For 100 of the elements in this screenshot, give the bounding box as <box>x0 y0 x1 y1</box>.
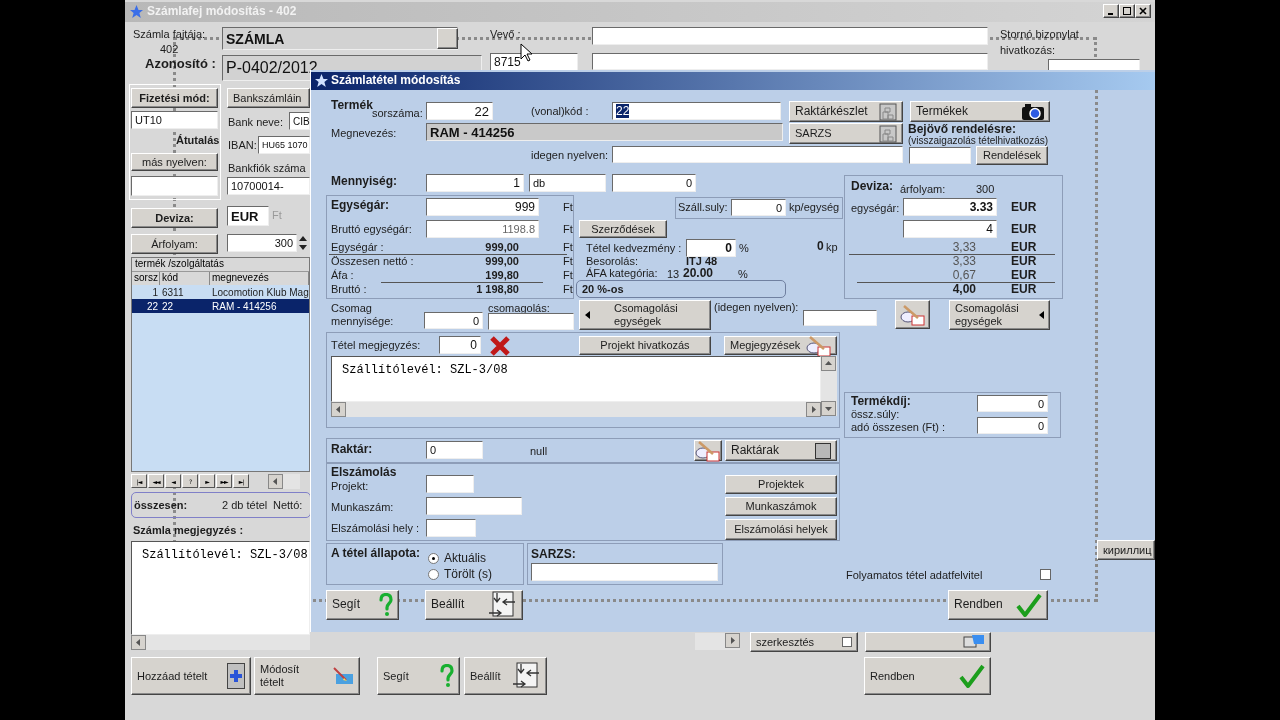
ok-button[interactable]: Rendben <box>864 657 991 695</box>
table-row[interactable]: 22 22 RAM - 414256 <box>132 299 309 313</box>
field-label: Egységár : <box>331 241 384 254</box>
cost-centers-button[interactable]: Elszámolási helyek <box>725 519 837 540</box>
vat-category: 20 %-os <box>576 280 786 298</box>
dialog-button[interactable]: Beállít <box>425 590 523 620</box>
weight-field[interactable]: 0 <box>731 199 786 216</box>
unit-field[interactable]: db <box>529 174 606 192</box>
field-label: Folyamatos tétel adatfelvitel <box>846 569 983 582</box>
package-units-button[interactable]: Csomagolási egységek <box>949 300 1050 330</box>
note-field[interactable]: Szállítólevél: SZL-3/08 <box>131 541 310 635</box>
input-field[interactable] <box>592 53 988 70</box>
currency-price-field[interactable]: 4 <box>903 220 997 238</box>
icon-button[interactable] <box>865 632 991 652</box>
quantity-field[interactable]: 0 <box>612 174 696 192</box>
bank-accounts-button[interactable]: Bankszámláin <box>227 88 310 108</box>
pencil-icon <box>332 667 354 685</box>
edit-mode-button[interactable]: szerkesztés <box>750 632 858 652</box>
maximize-button[interactable] <box>1119 4 1135 18</box>
name-field[interactable]: RAM - 414256 <box>426 123 783 141</box>
notes-button[interactable]: Megjegyzések <box>724 336 837 355</box>
warehouses-button[interactable]: Raktárak <box>725 440 837 461</box>
discount-field[interactable]: 0 <box>686 239 736 257</box>
section-label: Termékdíj: <box>851 395 911 409</box>
barcode-field[interactable]: 22 <box>612 102 781 120</box>
checkbox[interactable] <box>842 637 852 647</box>
input-field[interactable] <box>426 497 522 515</box>
input-field[interactable] <box>488 313 574 330</box>
batch-button[interactable]: SARZS <box>789 123 903 144</box>
field-label: Projekt: <box>331 480 369 493</box>
unit-price-field[interactable]: 999 <box>426 198 539 216</box>
gross-price-field[interactable]: 1198.8 <box>426 220 539 238</box>
radio-button[interactable] <box>428 569 439 580</box>
package-units-button[interactable]: Csomagolási egységek <box>579 300 711 330</box>
checkbox[interactable] <box>1040 569 1051 580</box>
scrollbar[interactable] <box>821 356 837 416</box>
input-field[interactable] <box>803 310 877 326</box>
input-field[interactable] <box>131 176 218 196</box>
dialog-button[interactable]: Segít <box>326 590 399 620</box>
table-row[interactable]: 1 6311 Locomotion Klub Mag <box>132 285 309 299</box>
field-label: csomagolás: <box>488 302 550 315</box>
job-numbers-button[interactable]: Munkaszámok <box>725 497 837 516</box>
minimize-button[interactable] <box>1103 4 1119 18</box>
iban-field[interactable]: HU65 1070 <box>258 136 310 154</box>
browse-button[interactable] <box>437 28 458 49</box>
column-header[interactable]: megnevezés <box>210 272 309 285</box>
input-field[interactable] <box>592 27 988 45</box>
currency-unit: EUR <box>1011 269 1037 283</box>
input-field[interactable] <box>531 563 718 581</box>
cross-icon[interactable] <box>489 336 511 356</box>
scrollbar[interactable] <box>695 633 740 650</box>
toolbar-button[interactable]: Módosít tételt <box>254 657 360 695</box>
currency-button[interactable]: Deviza: <box>131 208 218 228</box>
field-label: Raktár: <box>331 443 373 457</box>
radio-button[interactable] <box>428 553 439 564</box>
scrollbar[interactable] <box>268 474 300 489</box>
branch-field[interactable]: 10700014- <box>227 177 310 195</box>
currency-price-field[interactable]: 3.33 <box>903 198 997 216</box>
customer-code-field[interactable]: 8715 <box>490 53 578 71</box>
shelf-icon <box>879 102 897 121</box>
note-field[interactable]: Szállítólevél: SZL-3/08 <box>331 356 821 402</box>
package-quantity-field[interactable]: 0 <box>424 312 483 329</box>
toolbar-button[interactable]: Segít <box>377 657 460 695</box>
orders-button[interactable]: Rendelések <box>976 146 1048 165</box>
language-button[interactable]: más nyelven: <box>131 153 218 171</box>
cyrillic-button[interactable]: кириллиц <box>1097 540 1155 560</box>
projects-button[interactable]: Projektek <box>725 475 837 494</box>
scrollbar[interactable] <box>131 635 310 650</box>
bank-name-field[interactable]: CIB <box>289 112 310 130</box>
toolbar-button[interactable]: Beállít <box>464 657 547 695</box>
icon-button[interactable] <box>694 440 722 461</box>
note-count-field[interactable]: 0 <box>439 336 481 354</box>
stock-button[interactable]: Raktárkészlet <box>789 101 903 122</box>
serial-field[interactable]: 22 <box>426 102 493 120</box>
fee-tax-field[interactable]: 0 <box>977 417 1048 434</box>
rate-field[interactable]: 300 <box>227 234 297 252</box>
warehouse-field[interactable]: 0 <box>426 441 483 459</box>
input-field[interactable] <box>612 146 903 163</box>
currency-field[interactable]: EUR <box>227 206 269 226</box>
type-field[interactable]: SZÁMLA <box>222 27 458 50</box>
close-button[interactable] <box>1135 4 1151 18</box>
contracts-button[interactable]: Szerződések <box>579 220 667 238</box>
icon-button[interactable] <box>895 300 930 329</box>
currency-unit: Ft <box>563 201 573 214</box>
payment-field[interactable]: UT10 <box>131 111 218 129</box>
rate-button[interactable]: Árfolyam: <box>131 234 218 254</box>
toolbar-button[interactable]: Hozzáad tételt <box>131 657 251 695</box>
input-field[interactable] <box>426 519 476 537</box>
fee-weight-field[interactable]: 0 <box>977 395 1048 412</box>
question-mark-icon <box>379 593 393 617</box>
payment-button[interactable]: Fizetési mód: <box>131 88 218 108</box>
column-header[interactable]: sorsz <box>132 272 160 285</box>
quantity-field[interactable]: 1 <box>426 174 524 192</box>
column-header[interactable]: kód <box>160 272 210 285</box>
project-reference-button[interactable]: Projekt hivatkozás <box>579 336 711 355</box>
dialog-button[interactable]: Rendben <box>948 590 1048 620</box>
input-field[interactable] <box>909 147 971 164</box>
scrollbar[interactable] <box>331 402 821 417</box>
input-field[interactable] <box>426 475 474 493</box>
products-button[interactable]: Termékek <box>910 101 1050 122</box>
